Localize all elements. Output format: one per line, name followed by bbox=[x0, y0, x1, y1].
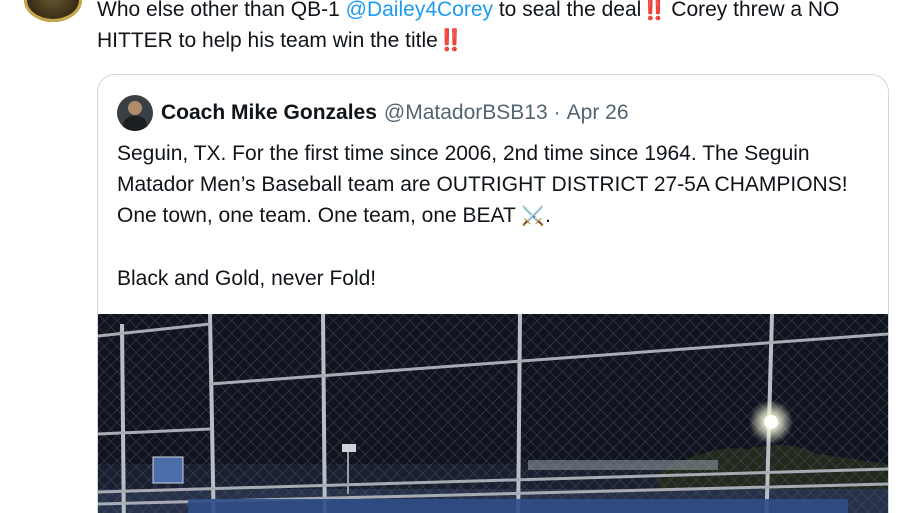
tweet-page: Who else other than QB-1 @Dailey4Corey t… bbox=[0, 0, 912, 513]
quoted-author-avatar[interactable] bbox=[117, 95, 153, 131]
quoted-paragraph: Seguin, TX. For the first time since 200… bbox=[117, 138, 877, 232]
quoted-paragraph: Black and Gold, never Fold! bbox=[117, 267, 377, 290]
quoted-tweet-text: Seguin, TX. For the first time since 200… bbox=[117, 138, 877, 294]
mention-link[interactable]: @Dailey4Corey bbox=[346, 0, 493, 21]
tweet-text: Who else other than QB-1 @Dailey4Corey t… bbox=[97, 0, 897, 56]
quoted-paragraph-text: Seguin, TX. For the first time since 200… bbox=[117, 142, 848, 227]
quoted-tweet-date[interactable]: Apr 26 bbox=[567, 101, 629, 125]
chain-link-fence-image bbox=[98, 314, 888, 513]
quoted-author-handle[interactable]: @MatadorBSB13 bbox=[384, 101, 548, 125]
quoted-tweet-header: Coach Mike Gonzales @MatadorBSB13 · Apr … bbox=[117, 95, 629, 131]
separator-dot: · bbox=[553, 101, 561, 124]
quoted-paragraph-end: . bbox=[544, 204, 551, 227]
quoted-author-name[interactable]: Coach Mike Gonzales bbox=[161, 101, 377, 125]
author-avatar[interactable] bbox=[24, 0, 82, 22]
tweet-text-part: Who else other than QB-1 bbox=[97, 0, 346, 21]
double-exclamation-icon: ‼️ bbox=[641, 0, 667, 21]
crossed-swords-icon: ⚔️ bbox=[521, 206, 545, 227]
tweet-text-part: to seal the deal bbox=[493, 0, 642, 21]
double-exclamation-icon: ‼️ bbox=[437, 29, 464, 52]
quoted-tweet-card[interactable]: Coach Mike Gonzales @MatadorBSB13 · Apr … bbox=[97, 74, 889, 513]
baseball-field-photo[interactable] bbox=[98, 314, 888, 513]
